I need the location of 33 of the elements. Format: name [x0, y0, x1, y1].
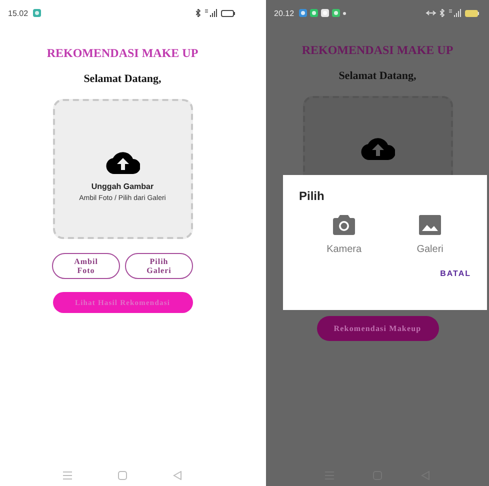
app-title: REKOMENDASI MAKE UP [302, 43, 454, 58]
image-icon[interactable] [419, 215, 442, 235]
dot-icon [343, 12, 346, 14]
outline-button[interactable]: Ambil Foto [52, 253, 120, 279]
signal-icon [205, 9, 217, 17]
back-icon[interactable] [173, 471, 182, 480]
camera-icon[interactable] [333, 215, 356, 235]
notification-icon [299, 9, 308, 17]
battery-icon [465, 10, 479, 16]
upload-title: Unggah Gambar [91, 182, 154, 191]
option-label[interactable]: Kamera [326, 244, 362, 255]
cloud-upload-icon [106, 150, 140, 174]
notification-icon [33, 9, 42, 17]
notification-icon [321, 9, 330, 17]
cloud-upload-icon [360, 136, 394, 160]
greeting-text: Selamat Datang, [84, 73, 162, 85]
status-time: 15.02 [8, 8, 28, 18]
home-icon[interactable] [118, 471, 127, 480]
app-title: REKOMENDASI MAKE UP [46, 46, 198, 61]
bluetooth-icon [196, 9, 201, 17]
greeting-text: Selamat Datang, [338, 70, 416, 82]
notification-icon [332, 9, 340, 17]
hotspot-icon [426, 10, 436, 16]
signal-icon [449, 9, 461, 17]
status-time: 20.12 [274, 8, 294, 18]
battery-icon [221, 10, 235, 16]
option-label[interactable]: Galeri [416, 244, 444, 255]
bluetooth-icon [440, 9, 445, 17]
dialog-title: Pilih [299, 189, 326, 203]
notification-icon [310, 9, 318, 17]
cancel-button[interactable]: BATAL [440, 269, 471, 278]
menu-icon [63, 471, 72, 480]
outline-button[interactable]: Pilih Galeri [125, 253, 193, 279]
